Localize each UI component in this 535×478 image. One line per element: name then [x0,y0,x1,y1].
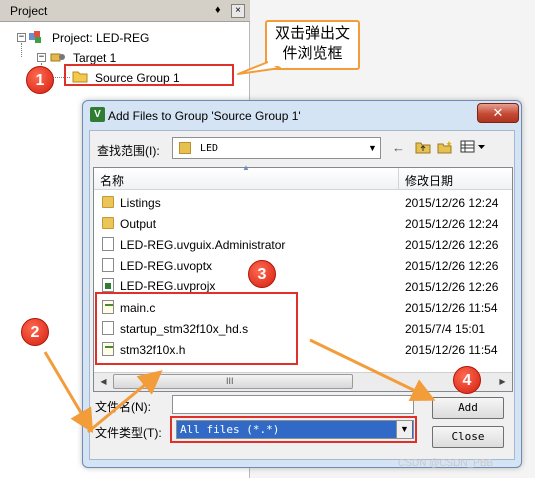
tree-target-label[interactable]: Target 1 [73,51,116,65]
folder-icon [102,217,114,229]
file-row-date: 2015/12/26 12:24 [405,196,499,210]
file-icon [102,237,114,251]
file-icon [102,258,114,272]
panel-close-button[interactable]: × [231,4,245,18]
up-folder-icon[interactable] [415,140,431,154]
callout-text: 双击弹出文件浏览框 [274,25,350,62]
new-folder-icon[interactable] [437,140,453,154]
highlight-file-type [170,416,417,443]
file-row-date: 2015/12/26 12:26 [405,238,499,252]
project-icon [28,30,43,44]
step-badge-2: 2 [21,318,49,346]
file-row-date: 2015/12/26 12:26 [405,280,499,294]
highlight-source-group [64,64,234,86]
chevron-down-icon[interactable]: ▼ [365,138,380,158]
file-row-date: 2015/7/4 15:01 [405,322,486,336]
tree-connector [21,43,22,57]
file-row-name[interactable]: LED-REG.uvguix.Administrator [120,238,285,252]
column-name-header[interactable]: 名称 [100,172,124,189]
file-row-name[interactable]: LED-REG.uvoptx [120,259,212,273]
file-row-name[interactable]: Listings [120,196,161,210]
close-button[interactable]: Close [432,426,504,448]
tree-project-label[interactable]: Project: LED-REG [52,31,149,45]
file-name-input[interactable] [172,395,414,414]
scroll-grip-icon: III [226,376,234,386]
column-divider[interactable] [398,168,399,190]
column-date-header[interactable]: 修改日期 [405,172,453,189]
view-menu-icon[interactable] [460,140,486,154]
look-in-value: LED [200,143,219,154]
keil-app-icon: V [90,107,105,122]
dialog-title: Add Files to Group 'Source Group 1' [108,109,301,123]
project-panel-title: Project [10,4,48,18]
file-type-label: 文件类型(T): [95,426,162,440]
look-in-label: 查找范围(I): [97,144,160,158]
collapse-project-icon[interactable]: − [17,33,26,42]
uvision-project-icon [102,278,114,292]
folder-icon [179,142,191,154]
step-badge-4: 4 [453,366,481,394]
file-row-date: 2015/12/26 11:54 [405,343,498,357]
dialog-close-button[interactable]: ✕ [477,103,519,123]
scroll-left-icon[interactable]: ◀ [95,373,112,390]
pin-icon[interactable]: ♦ [215,4,221,16]
collapse-target-icon[interactable]: − [37,53,46,62]
sort-arrow-icon: ▲ [242,163,250,172]
watermark: CSDN @CSDN_PBB [398,458,494,469]
file-row-name[interactable]: LED-REG.uvprojx [120,279,215,293]
file-row-date: 2015/12/26 11:54 [405,301,498,315]
folder-icon [102,196,114,208]
file-row-date: 2015/12/26 12:26 [405,259,499,273]
file-row-name[interactable]: Output [120,217,156,231]
scroll-right-icon[interactable]: ▶ [494,373,511,390]
file-name-label: 文件名(N): [95,400,151,414]
file-row-date: 2015/12/26 12:24 [405,217,499,231]
callout-tail-cover [268,60,282,66]
back-icon[interactable]: ← [392,140,405,155]
highlight-source-files [95,292,298,365]
target-icon [50,50,66,64]
step-badge-1: 1 [26,66,54,94]
add-button[interactable]: Add [432,397,504,419]
step-badge-3: 3 [248,260,276,288]
